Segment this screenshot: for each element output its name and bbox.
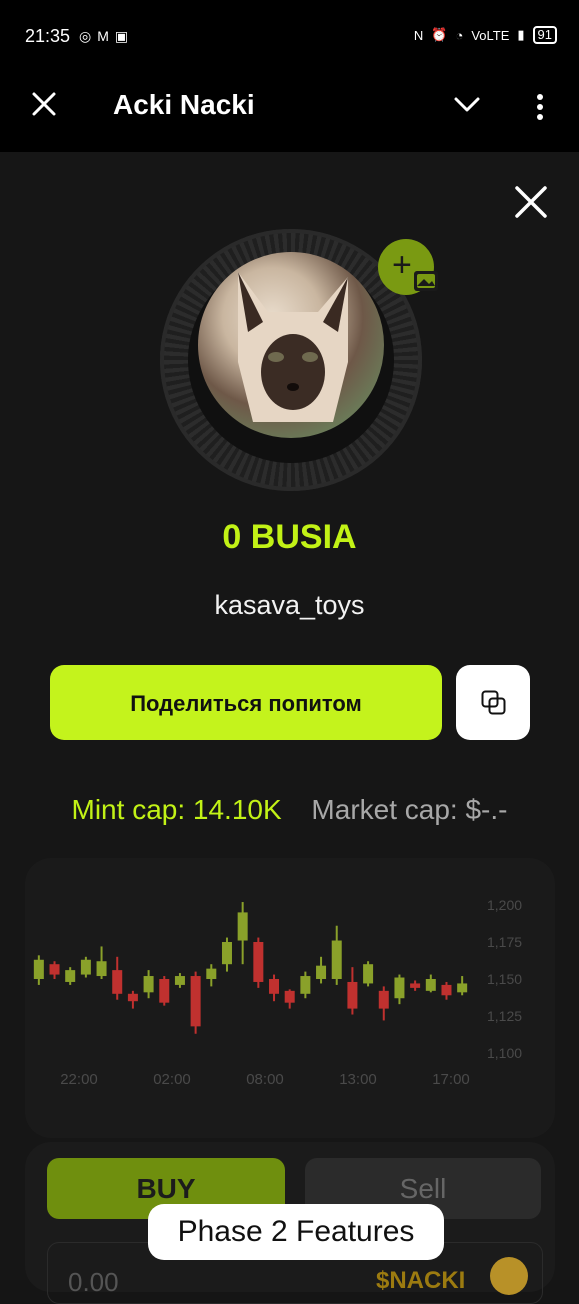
candle-body — [127, 993, 138, 1002]
x-tick-label: 13:00 — [339, 1071, 377, 1088]
x-tick-label: 22:00 — [60, 1071, 98, 1088]
candle-body — [363, 964, 374, 984]
candle-body — [159, 979, 170, 1003]
candle-body — [96, 961, 107, 977]
instagram-icon: ◎ — [79, 28, 92, 44]
plus-icon: + — [392, 246, 412, 284]
username: kasava_toys — [214, 590, 365, 620]
token-label: $NACKI — [376, 1267, 466, 1294]
candle-body — [65, 970, 76, 982]
copy-icon — [481, 690, 506, 715]
y-tick-label: 1,125 — [487, 1008, 522, 1024]
token-avatar-icon — [490, 1257, 528, 1295]
y-tick-label: 1,150 — [487, 971, 522, 987]
x-tick-label: 02:00 — [153, 1071, 191, 1088]
candle-body — [112, 970, 123, 994]
cat-photo — [238, 272, 348, 422]
status-indicators: N ⏰ ◔ VoLTE ▮ 91 — [414, 26, 557, 44]
phase-2-toast: Phase 2 Features — [148, 1204, 444, 1260]
x-tick-label: 17:00 — [432, 1071, 470, 1088]
candle-body — [49, 964, 60, 975]
wifi-icon: ◔ — [455, 27, 464, 43]
candle-body — [143, 976, 154, 993]
x-tick-label: 08:00 — [246, 1071, 284, 1088]
token-balance: 0 BUSIA — [222, 518, 357, 556]
candle-body — [425, 979, 436, 991]
candle-body — [33, 959, 44, 979]
candle-body — [347, 981, 358, 1009]
candle-body — [269, 979, 280, 994]
chevron-down-icon[interactable] — [452, 94, 482, 114]
battery-indicator: 91 — [532, 26, 557, 44]
alarm-icon: ⏰ — [431, 27, 448, 42]
signal-icon: ▮ — [517, 27, 525, 42]
status-app-icons: ◎ M ▣ — [79, 26, 128, 46]
status-time: 21:35 — [25, 26, 71, 46]
candle-body — [300, 976, 311, 994]
image-icon — [414, 271, 438, 291]
candle-body — [80, 959, 91, 975]
price-chart-svg: 1,200 1,175 1,150 1,125 1,100 22:00 02:00 08:00… — [33, 897, 522, 1088]
volte-icon: VoLTE — [471, 27, 510, 43]
close-icon[interactable] — [30, 90, 58, 118]
token-details-sheet: + 0 BUSIA kasava_toys Поделиться попитом… — [0, 152, 579, 1304]
caps-row: Mint cap: 14.10K Market cap: $-.- — [0, 794, 579, 826]
candle-body — [174, 976, 185, 985]
market-cap: Market cap: $-.- — [311, 794, 508, 825]
more-options-icon[interactable] — [532, 92, 548, 122]
candle-body — [457, 983, 468, 993]
candle-body — [190, 976, 201, 1027]
candle-body — [316, 965, 327, 979]
amount-value: 0.00 — [68, 1267, 119, 1297]
app-bar: Acki Nacki — [0, 72, 579, 152]
notification-app-icon: ▣ — [114, 28, 129, 44]
avatar[interactable] — [198, 252, 384, 438]
candle-body — [410, 983, 421, 988]
candle-body — [237, 912, 248, 941]
status-bar: 21:35 ◎ M ▣ N ⏰ ◔ VoLTE ▮ 91 — [0, 0, 579, 72]
candle-body — [206, 968, 217, 979]
candle-body — [394, 977, 405, 999]
share-button[interactable]: Поделиться попитом — [50, 665, 442, 740]
dismiss-icon[interactable] — [513, 184, 549, 220]
y-tick-label: 1,175 — [487, 934, 522, 950]
app-title: Acki Nacki — [113, 89, 255, 120]
copy-button[interactable] — [456, 665, 530, 740]
gmail-icon: M — [97, 28, 109, 44]
nfc-icon: N — [413, 27, 424, 43]
avatar-container: + — [160, 229, 438, 491]
mint-cap: Mint cap: 14.10K — [71, 794, 282, 825]
candle-body — [253, 942, 264, 982]
candle-body — [441, 984, 452, 996]
candle-body — [221, 942, 232, 965]
candle-body — [378, 990, 389, 1009]
price-chart: 1,200 1,175 1,150 1,125 1,100 22:00 02:00 08:00… — [25, 858, 555, 1138]
add-image-button[interactable]: + — [378, 239, 438, 295]
y-tick-label: 1,200 — [487, 897, 522, 913]
y-tick-label: 1,100 — [487, 1045, 522, 1061]
candle-body — [331, 940, 342, 979]
candle-body — [284, 990, 295, 1003]
